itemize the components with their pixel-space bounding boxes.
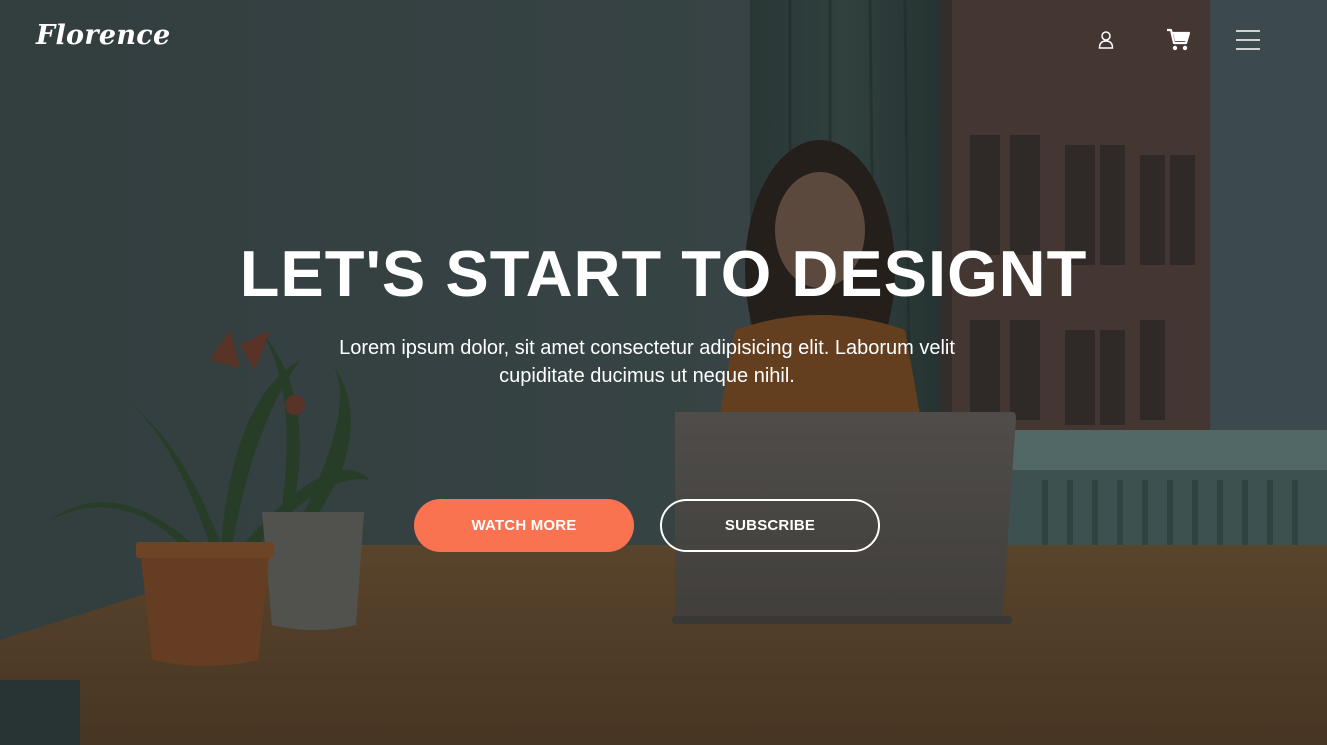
- hero-headline: LET'S START TO DESIGNT: [239, 237, 1088, 310]
- brand-logo[interactable]: Florence: [36, 20, 171, 51]
- hero-subtext: Lorem ipsum dolor, sit amet consectetur …: [339, 337, 955, 387]
- hero-section: Florence LET'S START TO DESIGNT Lorem ip…: [0, 0, 1327, 745]
- user-icon[interactable]: [1092, 26, 1120, 54]
- subscribe-button[interactable]: SUBSCRIBE: [660, 499, 880, 552]
- hamburger-menu-icon[interactable]: [1234, 26, 1262, 54]
- cart-icon[interactable]: [1164, 26, 1192, 54]
- top-navbar: Florence: [0, 0, 1327, 80]
- watch-more-button[interactable]: WATCH MORE: [414, 499, 634, 552]
